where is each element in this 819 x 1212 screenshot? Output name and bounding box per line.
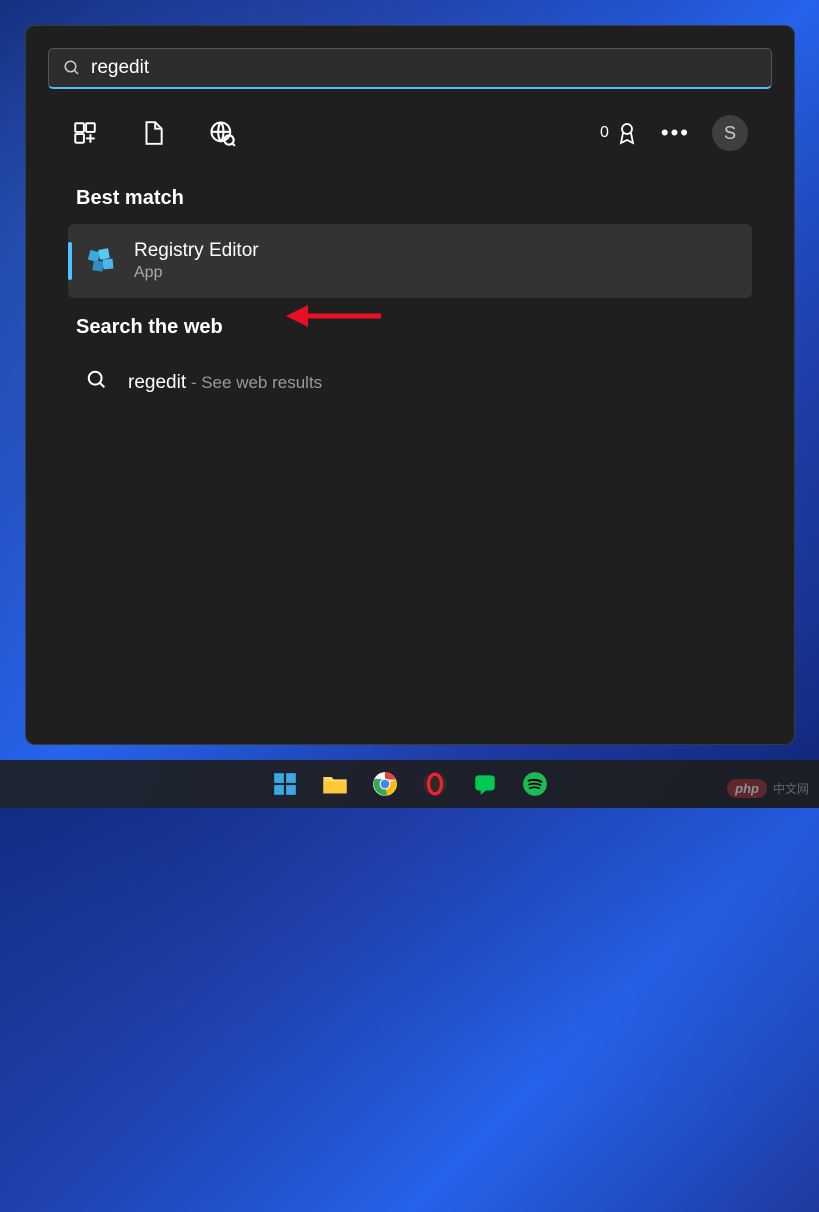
apps-filter-icon[interactable] xyxy=(72,119,98,147)
search-panel: 0 ••• S Best match Registry Editor xyxy=(25,25,795,745)
user-avatar[interactable]: S xyxy=(712,115,748,151)
result-registry-editor[interactable]: Registry Editor App xyxy=(68,224,752,298)
web-result-suffix: - See web results xyxy=(186,373,322,392)
avatar-initial: S xyxy=(724,123,736,144)
registry-editor-icon xyxy=(84,244,118,278)
result-subtitle: App xyxy=(134,264,259,282)
search-input[interactable] xyxy=(91,57,757,79)
search-box[interactable] xyxy=(48,48,772,89)
rewards-count: 0 xyxy=(600,124,609,142)
filter-toolbar: 0 ••• S xyxy=(48,107,772,169)
watermark-text: 中文网 xyxy=(773,780,809,797)
result-title: Registry Editor xyxy=(134,240,259,262)
rewards-badge[interactable]: 0 xyxy=(600,121,639,145)
chat-icon[interactable] xyxy=(465,764,505,804)
more-options-icon[interactable]: ••• xyxy=(661,120,690,146)
watermark: php 中文网 xyxy=(727,779,809,798)
start-button[interactable] xyxy=(265,764,305,804)
web-filter-icon[interactable] xyxy=(208,119,236,147)
chrome-icon[interactable] xyxy=(365,764,405,804)
opera-icon[interactable] xyxy=(415,764,455,804)
documents-filter-icon[interactable] xyxy=(140,119,166,147)
taskbar xyxy=(0,760,819,808)
watermark-badge: php xyxy=(727,779,767,798)
file-explorer-icon[interactable] xyxy=(315,764,355,804)
search-icon xyxy=(63,59,81,77)
best-match-header: Best match xyxy=(48,169,772,224)
spotify-icon[interactable] xyxy=(515,764,555,804)
medal-icon xyxy=(615,121,639,145)
search-web-header: Search the web xyxy=(48,298,772,353)
search-icon xyxy=(86,369,108,396)
web-result-query: regedit xyxy=(128,372,186,393)
web-result-regedit[interactable]: regedit - See web results xyxy=(48,353,772,412)
